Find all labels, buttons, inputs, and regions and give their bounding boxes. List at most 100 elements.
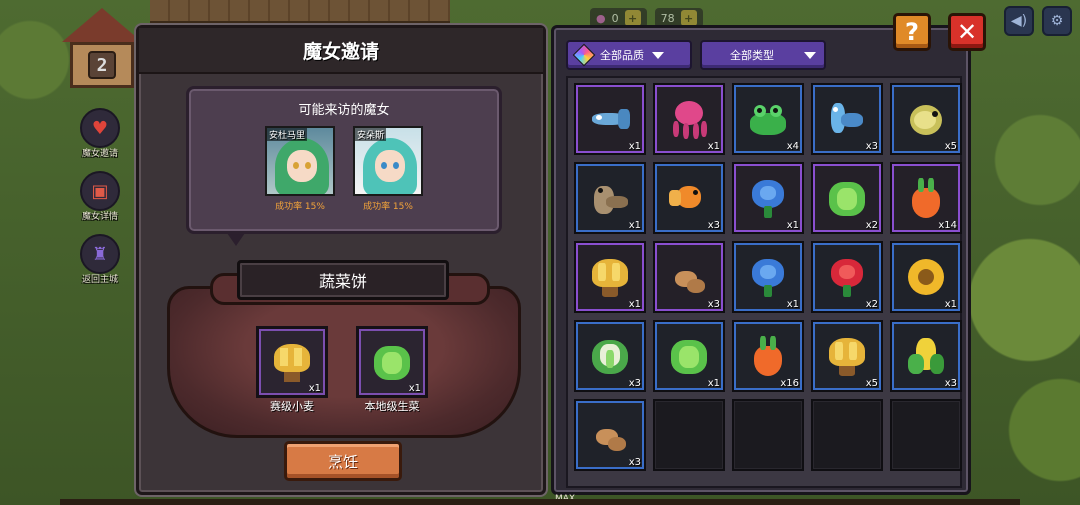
- add-resource-button[interactable]: +: [624, 10, 641, 26]
- inventory-slot-empty: [732, 399, 804, 471]
- inventory-slot[interactable]: x1: [653, 83, 725, 155]
- item-count: x2: [865, 299, 878, 310]
- item-count: x1: [628, 299, 641, 310]
- witch-eye: [293, 162, 299, 169]
- cabbage-icon: [588, 334, 632, 378]
- side-nav-label: 魔女详情: [81, 212, 118, 222]
- side-nav-return-city[interactable]: ♜ 返回主城: [80, 234, 120, 285]
- inventory-slot[interactable]: x2: [811, 162, 883, 234]
- witch-eye: [381, 162, 387, 169]
- witch-eye: [393, 162, 399, 169]
- quality-filter-label: 全部品质: [600, 49, 644, 62]
- inventory-slot-empty: [653, 399, 725, 471]
- cook-button[interactable]: 烹饪: [284, 441, 402, 481]
- chevron-down-icon: [652, 51, 664, 59]
- bottom-bar: [60, 499, 1020, 505]
- potato-icon: [667, 255, 711, 299]
- inventory-slot[interactable]: x1: [574, 83, 646, 155]
- item-count: x1: [944, 299, 957, 310]
- chevron-down-icon: [804, 51, 816, 59]
- inventory-filters: 全部品质 全部类型: [566, 40, 826, 70]
- type-filter-dropdown[interactable]: 全部类型: [700, 40, 826, 70]
- item-count: x1: [786, 220, 799, 231]
- item-count: x3: [944, 378, 957, 389]
- type-filter-label: 全部类型: [730, 49, 774, 62]
- wheat-icon: [588, 255, 632, 299]
- inventory-slot[interactable]: x3: [653, 241, 725, 313]
- goldfish-icon: [667, 176, 711, 220]
- item-count: x3: [865, 141, 878, 152]
- ingredient-name: 本地级生菜: [364, 400, 420, 413]
- ingredient-slots: x1 赛级小麦 x1 本地级生菜: [255, 326, 429, 414]
- heart-icon: ♥: [80, 108, 120, 148]
- witch-face: [375, 150, 405, 182]
- inventory-slot[interactable]: x3: [574, 399, 646, 471]
- inventory-slot[interactable]: x1: [653, 320, 725, 392]
- inventory-slot[interactable]: x1: [732, 241, 804, 313]
- side-nav-label: 魔女邀请: [81, 149, 118, 159]
- witch-name: 安杜马里: [267, 128, 308, 141]
- inventory-slot[interactable]: x1: [890, 241, 962, 313]
- ingredient-slot-button[interactable]: x1: [356, 326, 428, 398]
- witch-portrait: 安朵斯: [353, 126, 423, 196]
- blue-fish-icon: [825, 97, 869, 141]
- inventory-slot[interactable]: x3: [890, 320, 962, 392]
- witch-card[interactable]: 安朵斯 成功率 15%: [352, 126, 424, 212]
- castle-icon: ♜: [80, 234, 120, 274]
- witch-invite-panel: 魔女邀请 可能来访的魔女 安杜马里 成功率 15% 安朵斯 成功率 15% 蔬菜…: [136, 25, 546, 495]
- house-building[interactable]: 2: [62, 8, 142, 88]
- close-button[interactable]: ✕: [948, 13, 986, 51]
- quality-filter-dropdown[interactable]: 全部品质: [566, 40, 692, 70]
- pufferfish-icon: [904, 97, 948, 141]
- witch-card[interactable]: 安杜马里 成功率 15%: [264, 126, 336, 212]
- inventory-slot[interactable]: x5: [811, 320, 883, 392]
- sunflower-icon: [904, 255, 948, 299]
- item-count: x3: [628, 457, 641, 468]
- ingredient-slot-button[interactable]: x1: [256, 326, 328, 398]
- inventory-slot[interactable]: x14: [890, 162, 962, 234]
- octopus-icon: [667, 97, 711, 141]
- inventory-slot[interactable]: x1: [574, 241, 646, 313]
- fish-icon: [588, 97, 632, 141]
- sound-icon[interactable]: ◀): [1004, 6, 1034, 36]
- item-count: x4: [786, 141, 799, 152]
- fence: [150, 0, 450, 24]
- house-wall: 2: [70, 42, 134, 88]
- inventory-slot[interactable]: x16: [732, 320, 804, 392]
- ingredient-count: x1: [308, 383, 321, 394]
- witch-list: 安杜马里 成功率 15% 安朵斯 成功率 15%: [189, 126, 499, 212]
- inventory-slot[interactable]: x4: [732, 83, 804, 155]
- item-count: x5: [865, 378, 878, 389]
- inventory-slot[interactable]: x5: [890, 83, 962, 155]
- item-count: x3: [628, 378, 641, 389]
- lettuce-icon: [825, 176, 869, 220]
- witch-success-rate: 成功率 15%: [275, 202, 325, 212]
- item-count: x1: [707, 378, 720, 389]
- inventory-slot[interactable]: x1: [732, 162, 804, 234]
- witch-face: [287, 150, 317, 182]
- add-resource-button[interactable]: +: [680, 10, 697, 26]
- side-nav-witch-invite[interactable]: ♥ 魔女邀请: [80, 108, 120, 159]
- side-nav-witch-detail[interactable]: ▣ 魔女详情: [80, 171, 120, 222]
- lettuce-icon: [667, 334, 711, 378]
- wheat-icon: [825, 334, 869, 378]
- inventory-slot[interactable]: x2: [811, 241, 883, 313]
- item-count: x2: [865, 220, 878, 231]
- resource-value: 78: [660, 11, 675, 25]
- carrot-icon: [746, 334, 790, 378]
- ingredient-name: 赛级小麦: [270, 400, 314, 413]
- item-count: x1: [628, 220, 641, 231]
- item-count: x3: [707, 220, 720, 231]
- blue-rose-icon: [746, 255, 790, 299]
- inventory-slot[interactable]: x3: [653, 162, 725, 234]
- gear-icon[interactable]: ⚙: [1042, 6, 1072, 36]
- inventory-slot[interactable]: x3: [811, 83, 883, 155]
- help-button[interactable]: ?: [893, 13, 931, 51]
- corn-icon: [904, 334, 948, 378]
- possible-visitors-box: 可能来访的魔女 安杜马里 成功率 15% 安朵斯 成功率 15%: [186, 86, 502, 246]
- inventory-slot[interactable]: x1: [574, 162, 646, 234]
- inventory-slot[interactable]: x3: [574, 320, 646, 392]
- item-count: x16: [780, 378, 799, 389]
- wheat-icon: [270, 340, 314, 384]
- red-rose-icon: [825, 255, 869, 299]
